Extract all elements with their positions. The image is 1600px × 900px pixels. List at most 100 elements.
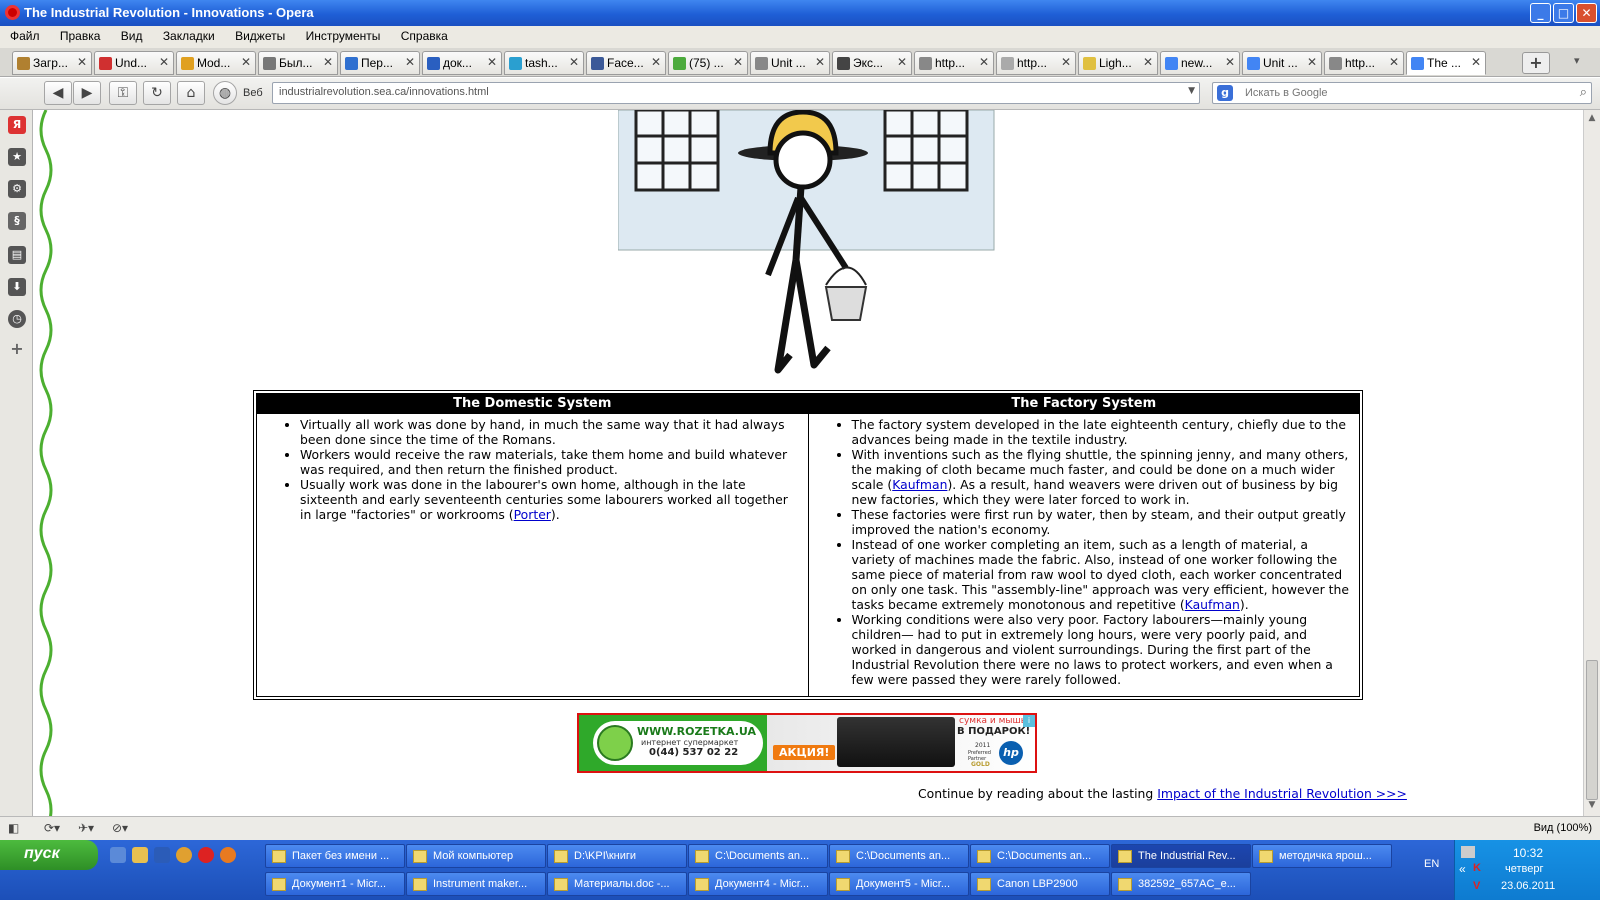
show-desktop-icon[interactable] bbox=[110, 847, 126, 863]
tab-4[interactable]: Был... ✕ bbox=[258, 51, 338, 75]
taskbar-button[interactable]: Материалы.doc -... bbox=[547, 872, 687, 896]
search-icon[interactable]: ⌕ bbox=[1580, 85, 1587, 100]
address-bar[interactable]: industrialrevolution.sea.ca/innovations.… bbox=[272, 82, 1200, 104]
kaspersky-icon[interactable]: K bbox=[1473, 862, 1481, 874]
impact-link[interactable]: Impact of the Industrial Revolution >>> bbox=[1157, 786, 1407, 801]
menu-tools[interactable]: Инструменты bbox=[296, 26, 388, 43]
tab-close-icon[interactable]: ✕ bbox=[159, 55, 169, 69]
language-indicator[interactable]: EN bbox=[1424, 858, 1439, 870]
turbo-icon[interactable]: ✈▾ bbox=[78, 821, 94, 835]
site-info-icon[interactable]: ◍ bbox=[213, 81, 237, 105]
maximize-button[interactable]: □ bbox=[1553, 3, 1574, 23]
tab-18[interactable]: The ... ✕ bbox=[1406, 51, 1486, 75]
tab-3[interactable]: Mod... ✕ bbox=[176, 51, 256, 75]
tab-close-icon[interactable]: ✕ bbox=[569, 55, 579, 69]
tab-list-icon[interactable]: ▾ bbox=[1574, 54, 1580, 67]
history-clock-icon[interactable]: ◷ bbox=[8, 310, 26, 328]
taskbar-button[interactable]: The Industrial Rev... bbox=[1111, 844, 1251, 868]
reload-button[interactable]: ↻ bbox=[143, 81, 171, 105]
tab-10[interactable]: Unit ... ✕ bbox=[750, 51, 830, 75]
word-icon[interactable] bbox=[154, 847, 170, 863]
google-search-engine-icon[interactable]: g bbox=[1217, 85, 1233, 101]
tray-arrow-icon[interactable]: « bbox=[1459, 862, 1466, 876]
new-tab-button[interactable]: + bbox=[1522, 52, 1550, 74]
taskbar-button[interactable]: Мой компьютер bbox=[406, 844, 546, 868]
scroll-down-arrow[interactable]: ▼ bbox=[1586, 800, 1598, 812]
vertical-scrollbar[interactable]: ▲ ▼ bbox=[1583, 110, 1600, 816]
block-content-icon[interactable]: ⊘▾ bbox=[112, 821, 128, 835]
tab-close-icon[interactable]: ✕ bbox=[77, 55, 87, 69]
tab-close-icon[interactable]: ✕ bbox=[487, 55, 497, 69]
tab-close-icon[interactable]: ✕ bbox=[1143, 55, 1153, 69]
tab-close-icon[interactable]: ✕ bbox=[1471, 55, 1481, 69]
tab-8[interactable]: Face... ✕ bbox=[586, 51, 666, 75]
unite-icon[interactable]: § bbox=[8, 212, 26, 230]
tab-close-icon[interactable]: ✕ bbox=[651, 55, 661, 69]
scroll-up-arrow[interactable]: ▲ bbox=[1586, 113, 1598, 125]
wand-key-icon[interactable]: ⚿ bbox=[109, 81, 137, 105]
taskbar-button[interactable]: Canon LBP2900 bbox=[970, 872, 1110, 896]
sync-icon[interactable]: ⟳▾ bbox=[44, 821, 60, 835]
tab-6[interactable]: док... ✕ bbox=[422, 51, 502, 75]
taskbar-button[interactable]: C:\Documents an... bbox=[970, 844, 1110, 868]
tab-1[interactable]: Загр... ✕ bbox=[12, 51, 92, 75]
tab-close-icon[interactable]: ✕ bbox=[405, 55, 415, 69]
search-box[interactable]: g ⌕ bbox=[1212, 82, 1592, 104]
tab-close-icon[interactable]: ✕ bbox=[979, 55, 989, 69]
media-icon[interactable] bbox=[176, 847, 192, 863]
panel-toggle-icon[interactable]: ◧ bbox=[8, 821, 19, 835]
tab-close-icon[interactable]: ✕ bbox=[1307, 55, 1317, 69]
tab-12[interactable]: http... ✕ bbox=[914, 51, 994, 75]
ad-choices-icon[interactable]: i bbox=[1023, 715, 1035, 727]
antivirus-icon[interactable]: V bbox=[1473, 880, 1480, 892]
close-window-button[interactable]: ✕ bbox=[1576, 3, 1597, 23]
home-button[interactable]: ⌂ bbox=[177, 81, 205, 105]
menu-bookmarks[interactable]: Закладки bbox=[153, 26, 222, 43]
minimize-button[interactable]: _ bbox=[1530, 3, 1551, 23]
clock-time[interactable]: 10:32 bbox=[1513, 846, 1543, 860]
firefox-icon[interactable] bbox=[220, 847, 236, 863]
bookmarks-icon[interactable]: ★ bbox=[8, 148, 26, 166]
add-panel-icon[interactable]: + bbox=[8, 340, 26, 358]
tab-close-icon[interactable]: ✕ bbox=[1389, 55, 1399, 69]
taskbar-button[interactable]: C:\Documents an... bbox=[829, 844, 969, 868]
tab-close-icon[interactable]: ✕ bbox=[815, 55, 825, 69]
tab-13[interactable]: http... ✕ bbox=[996, 51, 1076, 75]
menu-edit[interactable]: Правка bbox=[50, 26, 108, 43]
citation-link[interactable]: Kaufman bbox=[1185, 597, 1240, 612]
tab-7[interactable]: tash... ✕ bbox=[504, 51, 584, 75]
scrollbar-thumb[interactable] bbox=[1586, 660, 1598, 800]
tab-17[interactable]: http... ✕ bbox=[1324, 51, 1404, 75]
search-input[interactable] bbox=[1245, 85, 1565, 101]
tab-9[interactable]: (75) ... ✕ bbox=[668, 51, 748, 75]
tab-close-icon[interactable]: ✕ bbox=[1225, 55, 1235, 69]
opera-icon[interactable] bbox=[198, 847, 214, 863]
explorer-icon[interactable] bbox=[132, 847, 148, 863]
forward-button[interactable]: ▶ bbox=[73, 81, 101, 105]
tab-close-icon[interactable]: ✕ bbox=[733, 55, 743, 69]
address-dropdown-icon[interactable]: ▼ bbox=[1188, 86, 1195, 96]
menu-view[interactable]: Вид bbox=[111, 26, 150, 43]
taskbar-button[interactable]: 382592_657AC_e... bbox=[1111, 872, 1251, 896]
tab-5[interactable]: Пер... ✕ bbox=[340, 51, 420, 75]
tab-15[interactable]: new... ✕ bbox=[1160, 51, 1240, 75]
rozetka-ad-banner[interactable]: WWW.ROZETKA.UA интернет супермаркет 0(44… bbox=[577, 713, 1037, 773]
taskbar-button[interactable]: C:\Documents an... bbox=[688, 844, 828, 868]
start-button[interactable]: пуск bbox=[0, 840, 98, 870]
menu-file[interactable]: Файл bbox=[0, 26, 47, 43]
citation-link[interactable]: Kaufman bbox=[892, 477, 947, 492]
tab-2[interactable]: Und... ✕ bbox=[94, 51, 174, 75]
menu-help[interactable]: Справка bbox=[391, 26, 455, 43]
notes-icon[interactable]: ▤ bbox=[8, 246, 26, 264]
downloads-icon[interactable]: ⬇ bbox=[8, 278, 26, 296]
ad-promo-button[interactable]: АКЦИЯ! bbox=[773, 745, 836, 760]
network-icon[interactable] bbox=[1461, 846, 1475, 858]
taskbar-button[interactable]: Документ5 - Micr... bbox=[829, 872, 969, 896]
taskbar-button[interactable]: Пакет без имени ... bbox=[265, 844, 405, 868]
tab-14[interactable]: Ligh... ✕ bbox=[1078, 51, 1158, 75]
citation-link[interactable]: Porter bbox=[514, 507, 551, 522]
yandex-icon[interactable]: Я bbox=[8, 116, 26, 134]
taskbar-button[interactable]: методичка ярош... bbox=[1252, 844, 1392, 868]
tab-close-icon[interactable]: ✕ bbox=[1061, 55, 1071, 69]
taskbar-button[interactable]: Документ1 - Micr... bbox=[265, 872, 405, 896]
